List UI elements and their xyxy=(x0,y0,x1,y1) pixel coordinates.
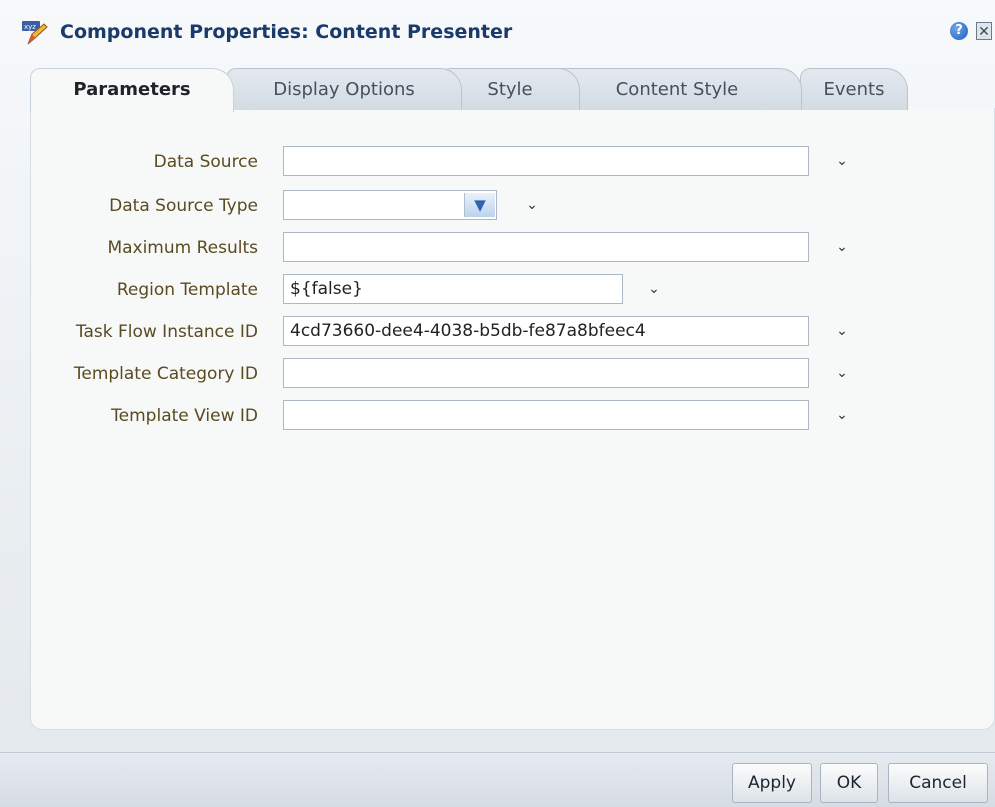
task-flow-instance-id-label: Task Flow Instance ID xyxy=(75,322,258,342)
chevron-down-icon[interactable]: ⌄ xyxy=(831,362,853,384)
ok-button[interactable]: OK xyxy=(820,763,878,803)
chevron-down-icon[interactable]: ⌄ xyxy=(643,278,665,300)
template-category-id-input[interactable] xyxy=(283,358,809,388)
maximum-results-input[interactable] xyxy=(283,232,809,262)
data-source-input[interactable] xyxy=(283,146,809,176)
template-category-id-label: Template Category ID xyxy=(73,364,258,384)
dialog-footer: Apply OK Cancel xyxy=(0,752,995,807)
chevron-down-icon[interactable]: ⌄ xyxy=(831,320,853,342)
cancel-button[interactable]: Cancel xyxy=(888,763,988,803)
task-flow-instance-id-input[interactable] xyxy=(283,316,809,346)
select-dropdown-icon[interactable]: ▼ xyxy=(464,193,495,217)
dialog-title: Component Properties: Content Presenter xyxy=(60,21,513,43)
help-icon[interactable]: ? xyxy=(950,22,968,40)
data-source-type-select[interactable]: ▼ xyxy=(283,190,497,220)
data-source-type-label: Data Source Type xyxy=(109,196,258,216)
form-row-template-category-id: Template Category ID ⌄ xyxy=(31,358,995,390)
region-template-input[interactable] xyxy=(283,274,623,304)
form-row-data-source-type: Data Source Type ▼ ⌄ xyxy=(31,190,995,222)
form-row-template-view-id: Template View ID ⌄ xyxy=(31,400,995,432)
chevron-down-icon[interactable]: ⌄ xyxy=(521,194,543,216)
component-properties-dialog: xyz Component Properties: Content Presen… xyxy=(0,0,995,807)
parameters-panel: Data Source ⌄ Data Source Type ▼ ⌄ Maxim… xyxy=(30,108,995,730)
edit-properties-icon: xyz xyxy=(20,18,48,46)
dialog-titlebar: xyz Component Properties: Content Presen… xyxy=(0,0,995,62)
form-row-task-flow-instance-id: Task Flow Instance ID ⌄ xyxy=(31,316,995,348)
apply-button[interactable]: Apply xyxy=(732,763,812,803)
tab-parameters[interactable]: Parameters xyxy=(30,68,234,112)
form-row-region-template: Region Template ⌄ xyxy=(31,274,995,306)
chevron-down-icon[interactable]: ⌄ xyxy=(831,404,853,426)
form-row-data-source: Data Source ⌄ xyxy=(31,146,995,178)
tab-events[interactable]: Events xyxy=(800,68,908,110)
template-view-id-label: Template View ID xyxy=(111,406,258,426)
svg-text:xyz: xyz xyxy=(24,23,36,31)
data-source-label: Data Source xyxy=(153,152,258,172)
region-template-label: Region Template xyxy=(116,280,258,300)
maximum-results-label: Maximum Results xyxy=(107,238,258,258)
template-view-id-input[interactable] xyxy=(283,400,809,430)
form-row-maximum-results: Maximum Results ⌄ xyxy=(31,232,995,264)
tab-display-options[interactable]: Display Options xyxy=(226,68,462,110)
chevron-down-icon[interactable]: ⌄ xyxy=(831,150,853,172)
tab-content-style[interactable]: Content Style xyxy=(552,68,802,110)
close-icon[interactable]: ✕ xyxy=(976,22,992,40)
tab-bar: Events Content Style Style Display Optio… xyxy=(30,68,910,112)
chevron-down-icon[interactable]: ⌄ xyxy=(831,236,853,258)
